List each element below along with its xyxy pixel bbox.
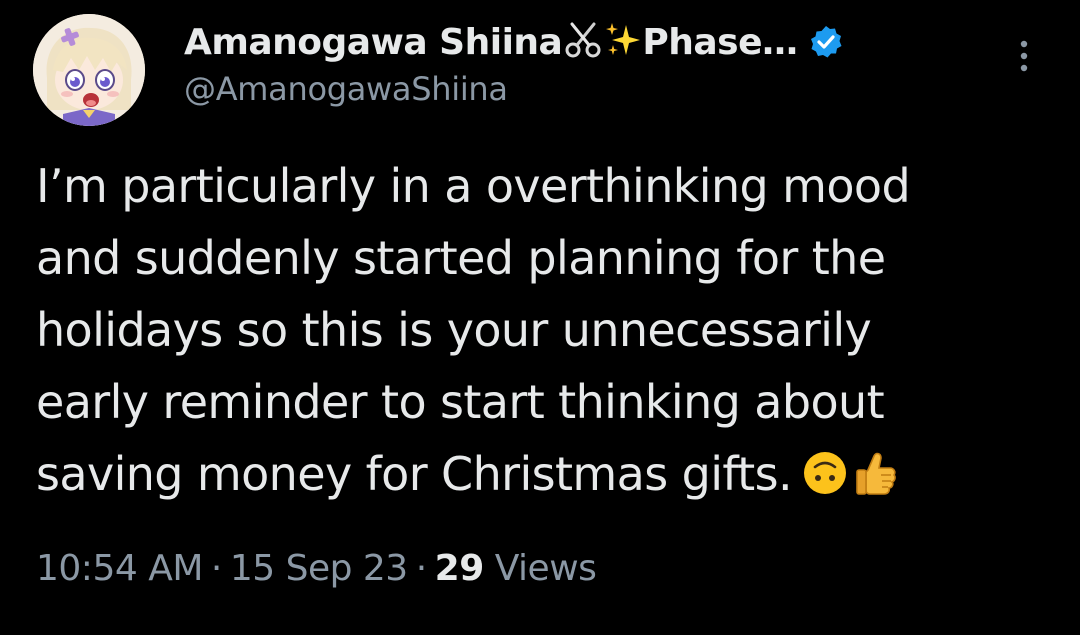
tweet-text-last-line: saving money for Christmas gifts. [36, 438, 1056, 516]
tweet-text-line: saving money for Christmas gifts. [36, 447, 793, 501]
tweet-meta: 10:54 AM · 15 Sep 23 · 29 Views [36, 548, 597, 589]
views-label: Views [494, 548, 597, 589]
sparkles-icon [604, 21, 642, 64]
verified-badge-icon [808, 24, 844, 60]
author-block: Amanogawa Shiina Phase… @AmanogawaShiina [184, 18, 984, 108]
tweet-date[interactable]: 15 Sep 23 [230, 548, 408, 589]
tweet-text: I’m particularly in a overthinking mood … [36, 150, 1056, 516]
upside-down-face-icon [802, 444, 848, 516]
views-count[interactable]: 29 [435, 548, 485, 589]
tweet-text-line: and suddenly started planning for the [36, 231, 886, 285]
separator-dot: · [210, 548, 222, 589]
user-handle[interactable]: @AmanogawaShiina [184, 70, 984, 108]
more-options-icon[interactable] [1010, 36, 1038, 80]
display-name[interactable]: Amanogawa Shiina [184, 22, 563, 63]
tweet-time[interactable]: 10:54 AM [36, 548, 203, 589]
tweet-text-line: holidays so this is your unnecessarily [36, 303, 872, 357]
thumbs-up-icon [854, 444, 898, 516]
tweet: Amanogawa Shiina Phase… @AmanogawaShiina… [0, 0, 1080, 635]
scissors-icon [564, 21, 602, 64]
name-row: Amanogawa Shiina Phase… [184, 18, 984, 66]
display-name-suffix[interactable]: Phase… [642, 22, 798, 63]
separator-dot: · [415, 548, 427, 589]
tweet-text-line: early reminder to start thinking about [36, 375, 885, 429]
tweet-text-line: I’m particularly in a overthinking mood [36, 159, 911, 213]
avatar[interactable] [33, 14, 145, 126]
